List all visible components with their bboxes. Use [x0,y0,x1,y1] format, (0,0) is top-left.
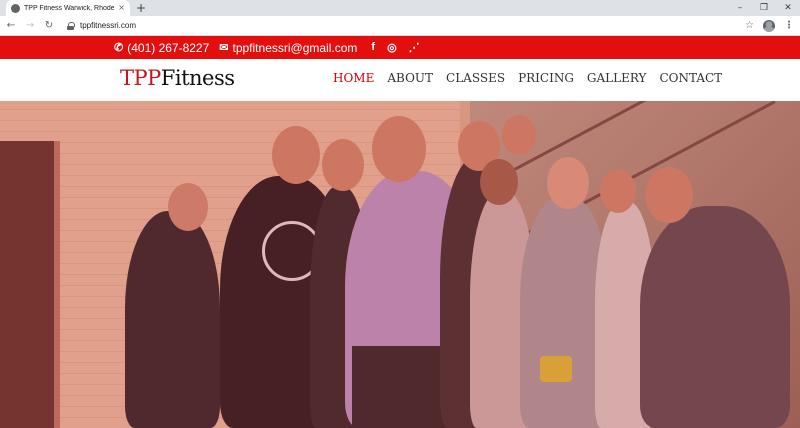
logo-fitness: Fitness [160,66,235,90]
nav-about[interactable]: ABOUT [387,71,433,85]
phone-icon: ✆ [114,42,124,54]
browser-toolbar: ← → ↻ tppfitnessri.com ☆ ⋮ [0,16,800,36]
browser-tab[interactable]: TPP Fitness Warwick, Rhode Islan × [6,0,130,16]
nav-classes[interactable]: CLASSES [446,71,505,85]
arrow-left-icon[interactable]: ← [6,20,16,31]
nav-pricing[interactable]: PRICING [518,71,574,85]
site-header: TPPFitness HOME ABOUT CLASSES PRICING GA… [0,59,800,101]
tab-close-icon[interactable]: × [118,4,125,12]
new-tab-button[interactable]: + [136,2,146,14]
arrow-right-icon[interactable]: → [25,20,35,31]
lock-icon[interactable] [67,21,75,30]
email-address[interactable]: tppfitnessri@gmail.com [233,41,358,55]
hero-red-tint [0,101,800,428]
nav-contact[interactable]: CONTACT [659,71,722,85]
profile-icon[interactable] [763,19,775,32]
minimize-button[interactable]: – [728,0,752,16]
window-controls: – ❐ ✕ [728,0,800,16]
phone-link[interactable]: ✆ (401) 267-8227 [114,41,209,55]
rss-icon[interactable]: ⋰ [409,41,420,54]
nav-home[interactable]: HOME [333,71,374,85]
email-link[interactable]: ✉ tppfitnessri@gmail.com [219,41,357,55]
social-links: f ◎ ⋰ [371,41,419,54]
star-icon[interactable]: ☆ [745,20,754,31]
instagram-icon[interactable]: ◎ [387,41,397,54]
tab-title: TPP Fitness Warwick, Rhode Islan [24,4,115,12]
close-window-button[interactable]: ✕ [776,0,800,16]
url-text[interactable]: tppfitnessri.com [80,21,136,30]
reload-icon[interactable]: ↻ [44,20,54,31]
main-nav: HOME ABOUT CLASSES PRICING GALLERY CONTA… [333,71,722,85]
nav-gallery[interactable]: GALLERY [587,71,647,85]
phone-number[interactable]: (401) 267-8227 [127,41,209,55]
hero-group-photo [0,101,800,428]
logo-tpp: TPP [120,66,161,90]
site-logo[interactable]: TPPFitness [120,66,235,90]
kebab-menu-icon[interactable]: ⋮ [784,20,794,31]
maximize-button[interactable]: ❐ [752,0,776,16]
facebook-icon[interactable]: f [371,41,375,54]
browser-tab-strip: TPP Fitness Warwick, Rhode Islan × + – ❐… [0,0,800,16]
envelope-icon: ✉ [219,42,229,54]
globe-icon [11,3,20,13]
contact-top-bar: ✆ (401) 267-8227 ✉ tppfitnessri@gmail.co… [0,36,800,59]
address-bar[interactable]: tppfitnessri.com [63,18,736,34]
